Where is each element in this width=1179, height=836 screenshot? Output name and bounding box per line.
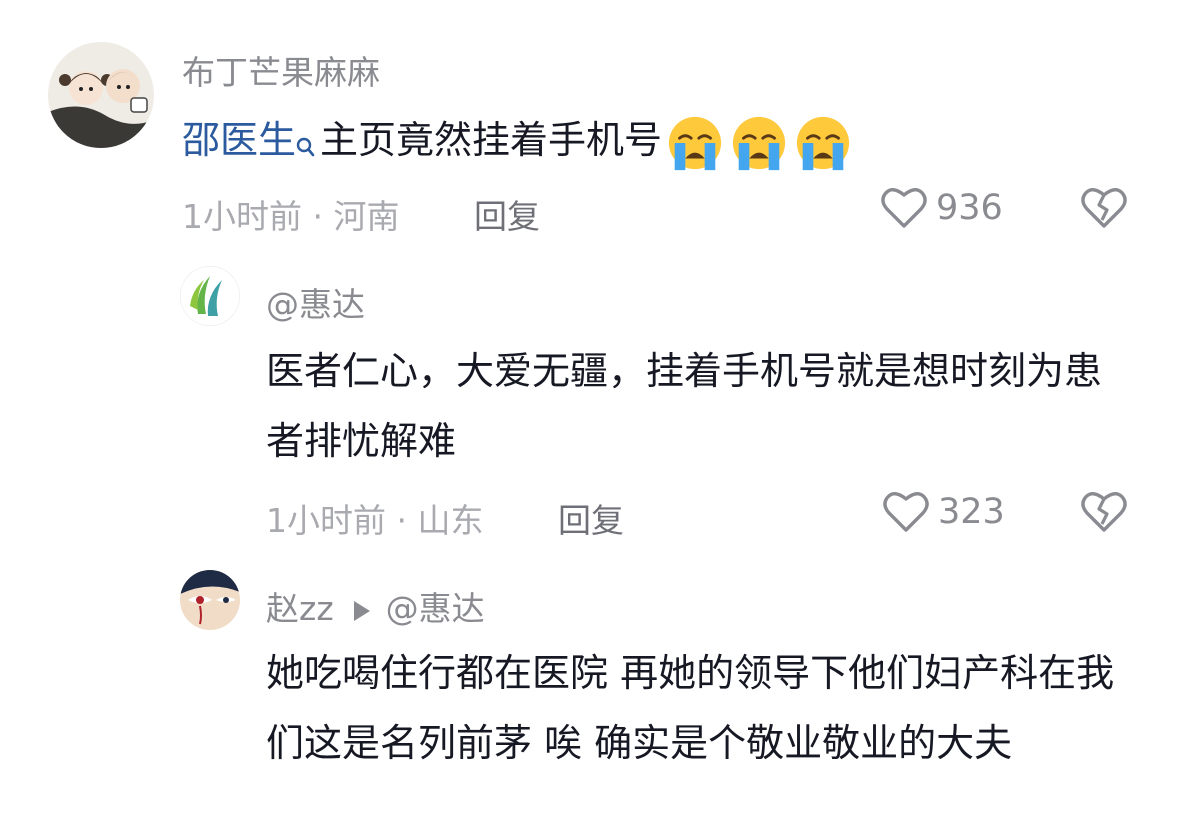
broken-heart-icon	[1081, 492, 1127, 532]
reply-button-1[interactable]: 回复	[474, 190, 540, 238]
like-button-2[interactable]: 323	[882, 490, 1005, 534]
username-commenter-3[interactable]: 赵zz	[266, 589, 334, 628]
avatar-illustration-image	[180, 570, 240, 630]
avatar-commenter-3[interactable]	[180, 570, 240, 630]
comment-body-1: 主页竟然挂着手机号	[320, 118, 663, 162]
comment-text-1: 邵医生 主页竟然挂着手机号	[182, 105, 852, 181]
crying-face-emoji-icon	[732, 116, 786, 170]
time-location-1: 1小时前 · 河南	[182, 197, 400, 236]
dislike-button-2[interactable]	[1080, 490, 1128, 538]
like-count-2: 323	[938, 492, 1005, 532]
crying-face-emoji-icon	[796, 116, 850, 170]
emoji-row	[666, 114, 852, 172]
reply-arrow-icon	[353, 600, 370, 621]
comment-body-3: 她吃喝住行都在医院 再她的领导下他们妇产科在我们这是名列前茅 唉 确实是个敬业敬…	[266, 651, 1115, 765]
reply-header-3: 赵zz @惠达	[266, 582, 485, 630]
avatar-logo-image	[180, 266, 240, 326]
username-commenter-2[interactable]: @惠达	[266, 278, 365, 326]
like-count-1: 936	[936, 188, 1003, 228]
avatar-cartoon-image	[48, 42, 154, 148]
dislike-button-1[interactable]	[1080, 186, 1128, 234]
avatar-commenter-2[interactable]	[180, 266, 240, 326]
avatar-commenter-1[interactable]	[48, 42, 154, 148]
mention-link[interactable]: 邵医生	[182, 118, 296, 162]
heart-icon	[883, 492, 929, 532]
broken-heart-icon	[1081, 188, 1127, 228]
time-location-2: 1小时前 · 山东	[266, 501, 484, 540]
like-button-1[interactable]: 936	[880, 186, 1003, 230]
reply-button-2[interactable]: 回复	[558, 494, 624, 542]
reply-to-username[interactable]: @惠达	[386, 589, 485, 628]
heart-icon	[881, 188, 927, 228]
crying-face-emoji-icon	[668, 116, 722, 170]
mention-search-icon[interactable]	[296, 111, 316, 181]
comment-body-2: 医者仁心，大爱无疆，挂着手机号就是想时刻为患者排忧解难	[266, 349, 1103, 463]
username-commenter-1[interactable]: 布丁芒果麻麻	[182, 46, 380, 94]
